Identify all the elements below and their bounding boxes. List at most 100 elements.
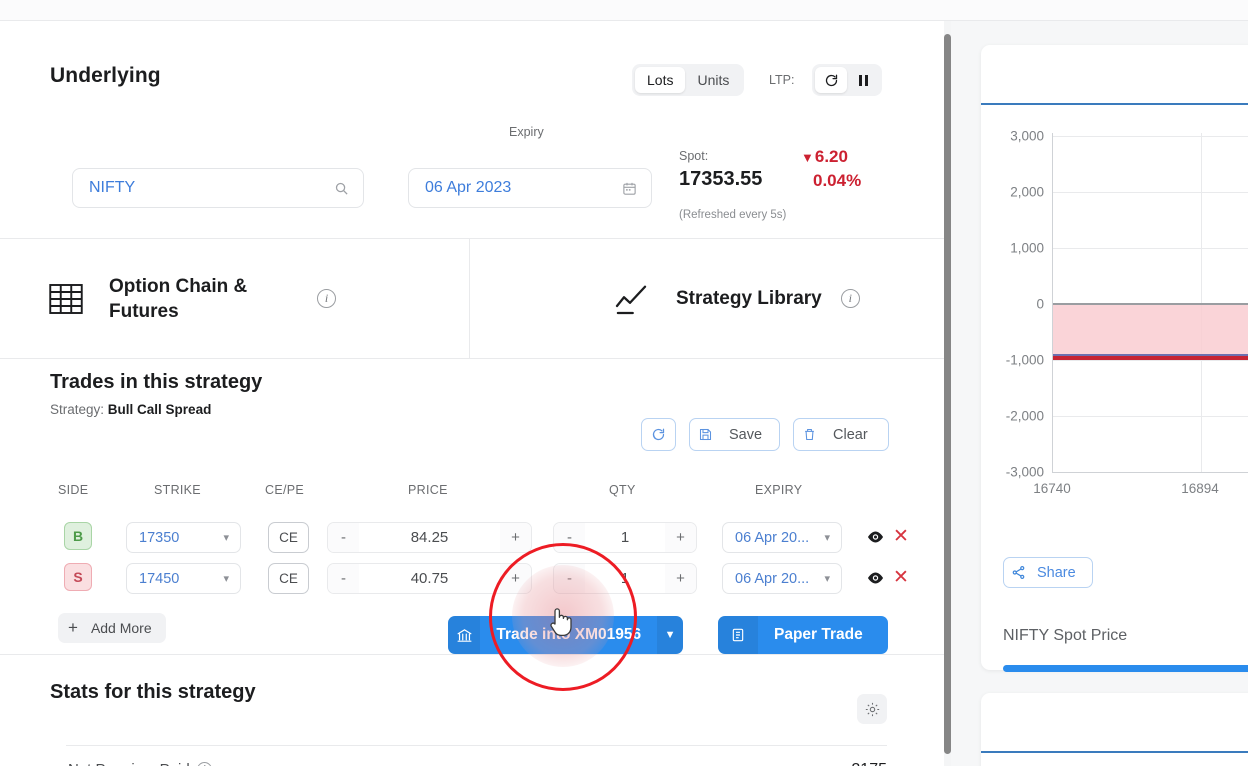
price-decrement-button[interactable]: - [328, 564, 359, 593]
stats-row: Net Premium Paid i 2175 [0, 761, 944, 766]
qty-increment-button[interactable]: + [665, 523, 696, 552]
cepe-toggle[interactable]: CE [268, 522, 309, 553]
eye-icon[interactable] [866, 570, 885, 589]
clear-button-label: Clear [833, 426, 868, 443]
card-accent-bar [981, 103, 1248, 105]
chevron-down-icon: ▾ [824, 573, 830, 585]
y-tick: 1,000 [1010, 240, 1044, 256]
info-icon[interactable]: i [196, 761, 212, 766]
pause-icon[interactable] [847, 67, 879, 93]
price-value[interactable]: 40.75 [359, 570, 500, 587]
row-expiry-select[interactable]: 06 Apr 20... ▾ [722, 522, 842, 553]
quantity-stepper: - 1 + [553, 563, 697, 594]
table-row: B 17350 ▾ CE - 84.25 + - 1 + 06 Apr 20..… [0, 518, 944, 558]
y-tick: -2,000 [1005, 408, 1044, 424]
loss-zone [1053, 304, 1248, 356]
remove-row-icon[interactable]: ✕ [893, 527, 909, 546]
strike-value: 17450 [139, 570, 180, 587]
refresh-icon[interactable] [815, 67, 847, 93]
side-badge[interactable]: S [64, 563, 92, 591]
row-expiry-value: 06 Apr 20... [735, 570, 810, 587]
clipboard-icon [718, 616, 758, 654]
stats-section: Stats for this strategy [0, 655, 944, 766]
secondary-card [981, 693, 1248, 766]
scrollbar-thumb[interactable] [944, 34, 951, 754]
floppy-disk-icon [690, 427, 721, 442]
eye-icon[interactable] [866, 529, 885, 548]
price-increment-button[interactable]: + [500, 523, 531, 552]
grid-table-icon [45, 278, 87, 320]
calendar-icon [622, 181, 651, 196]
y-tick: 0 [1036, 296, 1044, 312]
unit-toggle[interactable]: Lots Units [632, 64, 745, 96]
share-button-label: Share [1037, 564, 1076, 581]
trades-section: Trades in this strategy Strategy: Bull C… [0, 359, 944, 655]
chevron-down-icon: ▾ [223, 532, 229, 544]
strategy-name: Bull Call Spread [107, 402, 212, 417]
payoff-chart: 3,000 2,000 1,000 0 -1,000 -2,000 -3,000 [986, 129, 1248, 523]
chevron-down-icon[interactable]: ▼ [657, 616, 683, 654]
vertical-scrollbar[interactable] [944, 21, 951, 766]
chart-plot-area [1052, 133, 1248, 473]
qty-decrement-button[interactable]: - [554, 523, 585, 552]
strike-select[interactable]: 17350 ▾ [126, 522, 241, 553]
tab-strategy-library-label: Strategy Library [676, 288, 822, 309]
unit-toggle-lots[interactable]: Lots [635, 67, 686, 93]
info-icon[interactable]: i [840, 289, 860, 308]
price-decrement-button[interactable]: - [328, 523, 359, 552]
y-tick: -3,000 [1005, 464, 1044, 480]
refresh-icon [643, 427, 674, 442]
spot-change: ▼6.20 [801, 147, 848, 167]
reset-trades-button[interactable] [641, 418, 676, 451]
trades-table-header: SIDE STRIKE CE/PE PRICE QTY EXPIRY [0, 483, 944, 505]
qty-decrement-button[interactable]: - [554, 564, 585, 593]
price-stepper: - 84.25 + [327, 522, 532, 553]
qty-value[interactable]: 1 [585, 570, 665, 587]
quantity-stepper: - 1 + [553, 522, 697, 553]
symbol-value: NIFTY [89, 179, 136, 196]
trade-into-button[interactable]: Trade into XM01956 ▼ [448, 616, 683, 654]
qty-value[interactable]: 1 [585, 529, 665, 546]
chart-x-axis: 16740 16894 [1033, 481, 1248, 501]
plus-icon: + [68, 618, 78, 637]
unit-toggle-units[interactable]: Units [685, 67, 741, 93]
column-header-price: PRICE [408, 483, 448, 497]
price-value[interactable]: 84.25 [359, 529, 500, 546]
remove-row-icon[interactable]: ✕ [893, 568, 909, 587]
net-premium-paid-label: Net Premium Paid [68, 761, 190, 766]
chevron-down-icon: ▾ [223, 573, 229, 585]
share-button[interactable]: Share [1003, 557, 1093, 588]
clear-button[interactable]: Clear [793, 418, 889, 451]
cepe-toggle[interactable]: CE [268, 563, 309, 594]
price-increment-button[interactable]: + [500, 564, 531, 593]
strike-select[interactable]: 17450 ▾ [126, 563, 241, 594]
tab-strategy-library[interactable]: Strategy Library i [470, 239, 943, 358]
tab-option-chain-futures[interactable]: Option Chain & Futures i [0, 239, 470, 358]
qty-increment-button[interactable]: + [665, 564, 696, 593]
symbol-input[interactable]: NIFTY [72, 168, 364, 208]
add-more-button[interactable]: + Add More [58, 613, 166, 643]
card-accent-bar [981, 751, 1248, 753]
trash-icon [794, 427, 825, 442]
spot-value: 17353.55 [679, 168, 763, 190]
paper-trade-button[interactable]: Paper Trade [718, 616, 888, 654]
price-stepper: - 40.75 + [327, 563, 532, 594]
y-tick: 2,000 [1010, 184, 1044, 200]
paper-trade-label: Paper Trade [774, 626, 863, 643]
spot-price-slider[interactable] [1003, 665, 1248, 672]
underlying-section: Underlying Lots Units LTP: Expiry NIFTY [0, 21, 944, 239]
payoff-expiry-line [1053, 356, 1248, 360]
info-icon[interactable]: i [317, 289, 336, 308]
trades-title: Trades in this strategy [50, 371, 263, 393]
save-button[interactable]: Save [689, 418, 780, 451]
line-chart-icon [610, 278, 652, 320]
x-tick: 16740 [1033, 481, 1071, 496]
x-tick: 16894 [1181, 481, 1219, 496]
column-header-qty: QTY [609, 483, 636, 497]
side-badge[interactable]: B [64, 522, 92, 550]
column-header-strike: STRIKE [154, 483, 201, 497]
expiry-select[interactable]: 06 Apr 2023 [408, 168, 652, 208]
gear-icon[interactable] [857, 694, 887, 724]
row-expiry-select[interactable]: 06 Apr 20... ▾ [722, 563, 842, 594]
divider [66, 745, 887, 746]
